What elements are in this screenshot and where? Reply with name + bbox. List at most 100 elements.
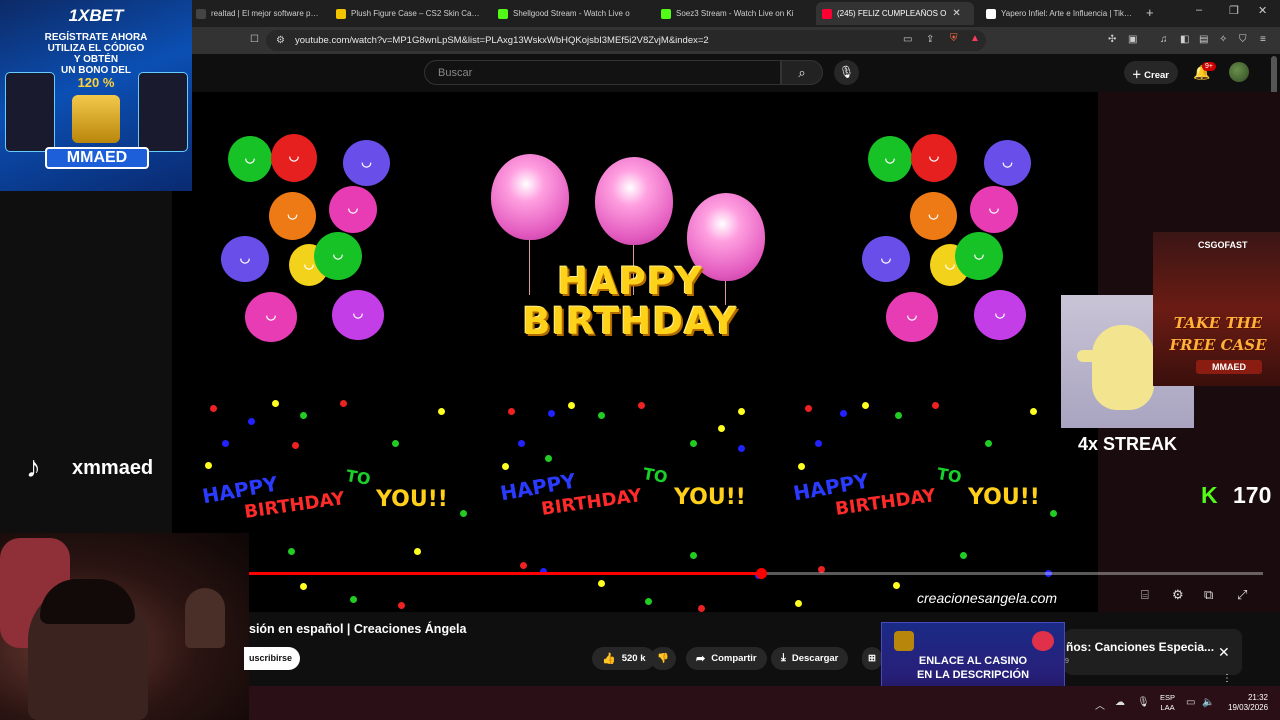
tab-yapero-infiel[interactable]: Yapero Infiel: Arte e Influencia | TikTo <box>980 2 1138 25</box>
sparkle <box>698 605 705 612</box>
create-label: Crear <box>1144 70 1169 81</box>
greeting-you: YOU!! <box>674 485 746 510</box>
tab-plush-figure-case[interactable]: Plush Figure Case – CS2 Skin Case O <box>330 2 488 25</box>
menu-icon[interactable]: ≡ <box>1260 34 1266 45</box>
greeting-to: TO <box>344 466 372 489</box>
sparkle <box>985 440 992 447</box>
pink-balloon <box>595 157 673 245</box>
kick-logo-icon: K <box>1201 482 1218 508</box>
like-count: 520 k <box>621 653 646 664</box>
tab-soez3-stream[interactable]: Soez3 Stream - Watch Live on Ki <box>655 2 813 25</box>
smiley-balloon: ◡ <box>245 292 297 342</box>
sidebar-icon[interactable]: ◧ <box>1180 34 1189 45</box>
search-button[interactable]: ⌕ <box>781 60 823 85</box>
account-avatar[interactable] <box>1229 62 1249 82</box>
progress-scrubber[interactable] <box>756 568 767 579</box>
ad-line: UTILIZA EL CÓDIGO <box>47 43 145 54</box>
language-indicator[interactable]: ESP LAA <box>1160 693 1175 713</box>
brave-rewards-icon[interactable]: ▲ <box>970 33 980 44</box>
new-tab-button[interactable]: + <box>1146 5 1154 20</box>
share-page-icon[interactable]: ⇪ <box>926 34 934 45</box>
url-text[interactable]: youtube.com/watch?v=MP1G8wnLpSM&list=PLA… <box>295 35 709 46</box>
banner-line-1: HAPPY <box>557 260 703 303</box>
ai-icon[interactable]: ✧ <box>1219 34 1227 45</box>
sparkle <box>520 562 527 569</box>
smiley-balloon: ◡ <box>868 136 912 182</box>
smiley-balloon: ◡ <box>314 232 362 280</box>
kick-viewer-count: 170 <box>1233 482 1272 508</box>
greeting-you: YOU!! <box>376 487 448 512</box>
wallet-icon[interactable]: ▤ <box>1199 34 1208 45</box>
dislike-button[interactable]: 👎 <box>650 647 676 670</box>
sparkle <box>932 402 939 409</box>
cs-slogan-line: FREE CASE <box>1169 336 1267 354</box>
smiley-balloon: ◡ <box>955 232 1003 280</box>
fullscreen-icon[interactable]: ⤢ <box>1237 587 1247 603</box>
system-clock[interactable]: 21:32 19/03/2026 <box>1228 693 1268 713</box>
ad-line: Y OBTÉN <box>73 54 119 65</box>
browser-tab-strip: realtad | El mejor software para pote Pl… <box>0 0 1280 27</box>
subscribe-button[interactable]: uscribirse <box>244 647 300 670</box>
tab-close-icon[interactable]: ✕ <box>952 8 960 19</box>
more-options-icon[interactable]: ⋮ <box>1222 673 1232 684</box>
smiley-balloon: ◡ <box>332 290 384 340</box>
tab-realtad[interactable]: realtad | El mejor software para pote <box>190 2 325 25</box>
sparkle <box>1030 408 1037 415</box>
smiley-balloon: ◡ <box>228 136 272 182</box>
thumbs-down-icon: 👎 <box>657 653 669 664</box>
tab-feliz-cumpleanos[interactable]: (245) FELIZ CUMPLEAÑOS O ✕ <box>816 2 974 25</box>
vpn-icon[interactable]: ⛉ <box>1239 34 1247 45</box>
brave-shield-icon[interactable]: ⛨ <box>950 33 958 44</box>
up-next-title[interactable]: ños: Canciones Especia... <box>1066 640 1214 654</box>
smiley-balloon: ◡ <box>974 290 1026 340</box>
banner-line-2: BIRTHDAY <box>522 300 738 343</box>
miniplayer-icon[interactable]: ⧉ <box>1204 587 1213 603</box>
streak-label: 4x STREAK <box>1077 434 1178 454</box>
volume-icon[interactable]: 🔈 <box>1202 697 1214 708</box>
voice-search-button[interactable]: 🎙 <box>834 60 859 85</box>
sparkle <box>795 600 802 607</box>
search-input[interactable]: Buscar <box>424 60 781 85</box>
close-icon[interactable]: ✕ <box>1218 644 1230 661</box>
tray-overflow-icon[interactable]: ︿ <box>1095 697 1105 712</box>
like-button[interactable]: 👍 520 k <box>592 647 656 670</box>
cs-slogan: TAKE THE FREE CASE <box>1157 312 1279 356</box>
subtitles-icon[interactable]: ⌸ <box>1141 587 1149 603</box>
share-button[interactable]: ➦ Compartir <box>686 647 767 670</box>
phone-graphic <box>138 72 188 152</box>
tab-shellgood-stream[interactable]: Shellgood Stream - Watch Live o <box>492 2 650 25</box>
save-icon: ⊞ <box>868 653 876 664</box>
save-button[interactable]: ⊞ <box>862 647 882 670</box>
network-icon[interactable]: ▭ <box>1186 697 1195 708</box>
create-button[interactable]: ＋ Crear <box>1124 61 1178 84</box>
download-button[interactable]: ⤓ Descargar <box>771 647 849 670</box>
minimize-button[interactable]: – <box>1196 4 1202 16</box>
onedrive-icon[interactable]: ☁ <box>1115 697 1125 708</box>
media-icon[interactable]: ♫ <box>1160 34 1168 45</box>
sparkle <box>568 402 575 409</box>
casino-ad-line: ENLACE AL CASINO <box>918 655 1028 667</box>
smiley-balloon: ◡ <box>269 192 316 240</box>
sparkle <box>645 598 652 605</box>
sparkle <box>598 580 605 587</box>
sparkle <box>272 400 279 407</box>
smiley-balloon: ◡ <box>984 140 1031 186</box>
video-watermark: creacionesangela.com <box>917 590 1058 606</box>
site-settings-icon[interactable]: ⚙ <box>276 35 285 46</box>
search-icon: ⌕ <box>798 65 806 80</box>
extensions-icon[interactable]: ✣ <box>1108 34 1116 45</box>
microphone-tray-icon[interactable]: 🎙 <box>1137 697 1150 708</box>
maximize-button[interactable]: ❐ <box>1229 4 1239 17</box>
smiley-balloon: ◡ <box>886 292 938 342</box>
tab-favicon-icon <box>336 8 346 19</box>
ad-brand-logo: 1XBET <box>68 6 124 25</box>
smiley-balloon: ◡ <box>970 186 1018 233</box>
screenshot-icon[interactable]: ▣ <box>1128 34 1137 45</box>
bookmark-icon[interactable]: ☐ <box>250 34 259 45</box>
cast-icon[interactable]: ▭ <box>903 34 912 45</box>
smiley-balloon: ◡ <box>343 140 390 186</box>
sparkle <box>815 440 822 447</box>
settings-gear-icon[interactable]: ⚙ <box>1172 587 1184 603</box>
sparkle <box>222 440 229 447</box>
close-window-button[interactable]: ✕ <box>1258 4 1267 17</box>
